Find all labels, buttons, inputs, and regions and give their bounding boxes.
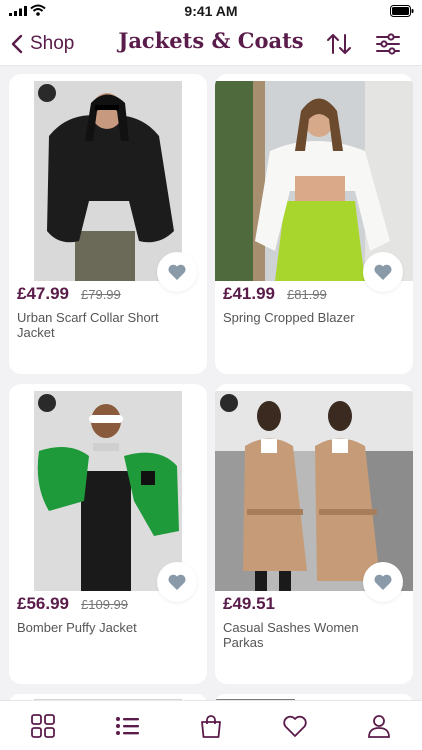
tab-profile[interactable] <box>366 713 392 739</box>
heart-icon <box>168 264 186 280</box>
product-name: Urban Scarf Collar Short Jacket <box>17 310 159 340</box>
heart-icon <box>283 715 307 737</box>
status-bar: 9:41 AM <box>0 0 422 22</box>
tab-grid[interactable] <box>30 713 56 739</box>
heart-icon <box>168 574 186 590</box>
original-price: £79.99 <box>81 287 121 302</box>
tab-favorites[interactable] <box>282 713 308 739</box>
back-button[interactable]: Shop <box>10 30 74 58</box>
product-name: Spring Cropped Blazer <box>223 310 355 325</box>
navigation-bar: Shop Jackets & Coats <box>0 22 422 66</box>
heart-icon <box>374 574 392 590</box>
price-row: £41.99 £81.99 <box>223 284 327 304</box>
sort-icon[interactable] <box>326 32 352 56</box>
favorite-button[interactable] <box>157 562 197 602</box>
product-image <box>9 391 207 591</box>
product-price: £56.99 <box>17 594 69 613</box>
price-row: £49.51 <box>223 594 287 614</box>
product-grid: £47.99 £79.99 Urban Scarf Collar Short J… <box>0 66 422 700</box>
grid-icon <box>31 714 55 738</box>
product-card[interactable]: £56.99 £109.99 Bomber Puffy Jacket <box>9 384 207 684</box>
tab-bar <box>0 700 422 750</box>
original-price: £81.99 <box>287 287 327 302</box>
original-price: £109.99 <box>81 597 128 612</box>
price-row: £47.99 £79.99 <box>17 284 121 304</box>
product-card[interactable]: £41.99 £81.99 Spring Cropped Blazer <box>215 74 413 374</box>
product-name: Casual Sashes Women Parkas <box>223 620 359 650</box>
heart-icon <box>374 264 392 280</box>
product-price: £41.99 <box>223 284 275 303</box>
tab-list[interactable] <box>114 713 140 739</box>
product-price: £47.99 <box>17 284 69 303</box>
profile-icon <box>368 715 390 738</box>
product-image <box>215 391 413 591</box>
price-row: £56.99 £109.99 <box>17 594 128 614</box>
tab-bag[interactable] <box>198 713 224 739</box>
product-card[interactable]: £49.51 Casual Sashes Women Parkas <box>215 384 413 684</box>
list-icon <box>116 717 139 735</box>
chevron-left-icon <box>11 34 23 54</box>
product-image <box>215 81 413 281</box>
filter-icon[interactable] <box>375 32 401 56</box>
product-image <box>9 81 207 281</box>
favorite-button[interactable] <box>363 252 403 292</box>
bag-icon <box>201 715 221 738</box>
product-price: £49.51 <box>223 594 275 613</box>
product-card[interactable]: £47.99 £79.99 Urban Scarf Collar Short J… <box>9 74 207 374</box>
product-name: Bomber Puffy Jacket <box>17 620 137 635</box>
back-label: Shop <box>30 33 75 54</box>
favorite-button[interactable] <box>363 562 403 602</box>
status-time: 9:41 AM <box>184 3 238 19</box>
favorite-button[interactable] <box>157 252 197 292</box>
battery-icon <box>390 5 414 17</box>
